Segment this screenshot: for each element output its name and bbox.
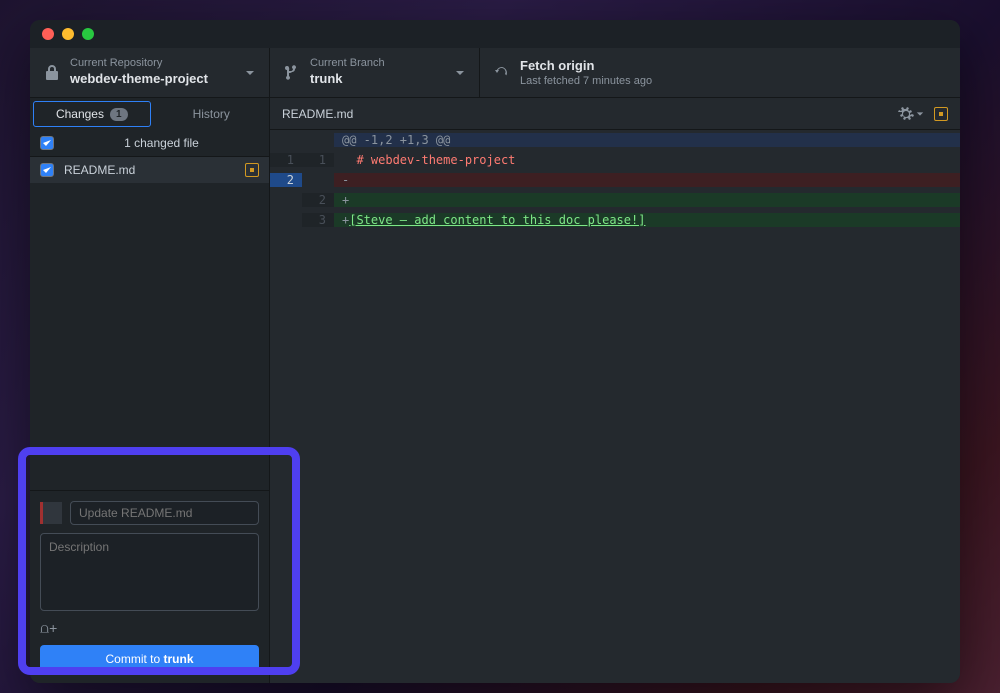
fetch-origin-button[interactable]: Fetch origin Last fetched 7 minutes ago bbox=[480, 48, 960, 97]
hunk-header: @@ -1,2 +1,3 @@ bbox=[334, 133, 960, 147]
diff-line-deleted[interactable]: - bbox=[334, 173, 960, 187]
tab-changes[interactable]: Changes 1 bbox=[33, 101, 151, 127]
changes-count-badge: 1 bbox=[110, 108, 128, 121]
close-icon[interactable] bbox=[42, 28, 54, 40]
diff-content: @@ -1,2 +1,3 @@ 1 1 # webdev-theme-proje… bbox=[270, 130, 960, 230]
file-row[interactable]: README.md bbox=[30, 157, 269, 183]
commit-summary-input[interactable] bbox=[70, 501, 259, 525]
chevron-down-icon bbox=[245, 68, 255, 78]
changed-files-header: 1 changed file bbox=[30, 130, 269, 157]
lock-icon bbox=[44, 65, 60, 81]
file-name: README.md bbox=[64, 163, 245, 177]
diff-filename: README.md bbox=[282, 107, 888, 121]
chevron-down-icon bbox=[455, 68, 465, 78]
avatar bbox=[40, 502, 62, 524]
line-number-new: 1 bbox=[302, 153, 334, 167]
diff-line-added[interactable]: +[Steve — add content to this doc please… bbox=[334, 213, 960, 227]
line-number-old: 1 bbox=[270, 153, 302, 167]
maximize-icon[interactable] bbox=[82, 28, 94, 40]
branch-icon bbox=[284, 65, 300, 81]
modified-icon bbox=[245, 163, 259, 177]
tab-history[interactable]: History bbox=[154, 98, 270, 130]
tab-history-label: History bbox=[193, 107, 230, 121]
fetch-sub: Last fetched 7 minutes ago bbox=[520, 75, 946, 87]
commit-description-input[interactable] bbox=[40, 533, 259, 611]
line-number-old: 2 bbox=[270, 173, 302, 187]
toolbar: Current Repository webdev-theme-project … bbox=[30, 48, 960, 98]
branch-value: trunk bbox=[310, 71, 455, 88]
sidebar: Changes 1 History 1 changed file README.… bbox=[30, 98, 270, 683]
current-repository-dropdown[interactable]: Current Repository webdev-theme-project bbox=[30, 48, 270, 97]
sidebar-tabs: Changes 1 History bbox=[30, 98, 269, 130]
minimize-icon[interactable] bbox=[62, 28, 74, 40]
app-window: Current Repository webdev-theme-project … bbox=[30, 20, 960, 683]
commit-button[interactable]: Commit to trunk bbox=[40, 645, 259, 673]
branch-label: Current Branch bbox=[310, 57, 455, 70]
tab-changes-label: Changes bbox=[56, 107, 104, 121]
add-coauthor-button[interactable]: ⩍+ bbox=[40, 620, 57, 637]
line-number-new: 2 bbox=[302, 193, 334, 207]
file-checkbox[interactable] bbox=[40, 163, 54, 177]
repo-label: Current Repository bbox=[70, 57, 245, 70]
titlebar bbox=[30, 20, 960, 48]
fetch-label: Fetch origin bbox=[520, 58, 946, 75]
commit-button-prefix: Commit to bbox=[105, 652, 163, 666]
commit-button-branch: trunk bbox=[164, 652, 194, 666]
diff-line-added[interactable]: + bbox=[334, 193, 960, 207]
modified-icon bbox=[934, 107, 948, 121]
diff-line[interactable]: # webdev-theme-project bbox=[334, 153, 960, 167]
chevron-down-icon bbox=[916, 106, 924, 122]
sync-icon bbox=[494, 65, 510, 81]
current-branch-dropdown[interactable]: Current Branch trunk bbox=[270, 48, 480, 97]
changed-files-summary: 1 changed file bbox=[64, 136, 259, 150]
repo-value: webdev-theme-project bbox=[70, 71, 245, 88]
diff-header: README.md bbox=[270, 98, 960, 130]
select-all-checkbox[interactable] bbox=[40, 136, 54, 150]
commit-panel: ⩍+ Commit to trunk bbox=[30, 490, 269, 683]
line-number-new: 3 bbox=[302, 213, 334, 227]
gear-icon[interactable] bbox=[898, 106, 914, 122]
diff-pane: README.md @@ -1,2 +1,3 @@ 1 1 # webdev-t… bbox=[270, 98, 960, 683]
